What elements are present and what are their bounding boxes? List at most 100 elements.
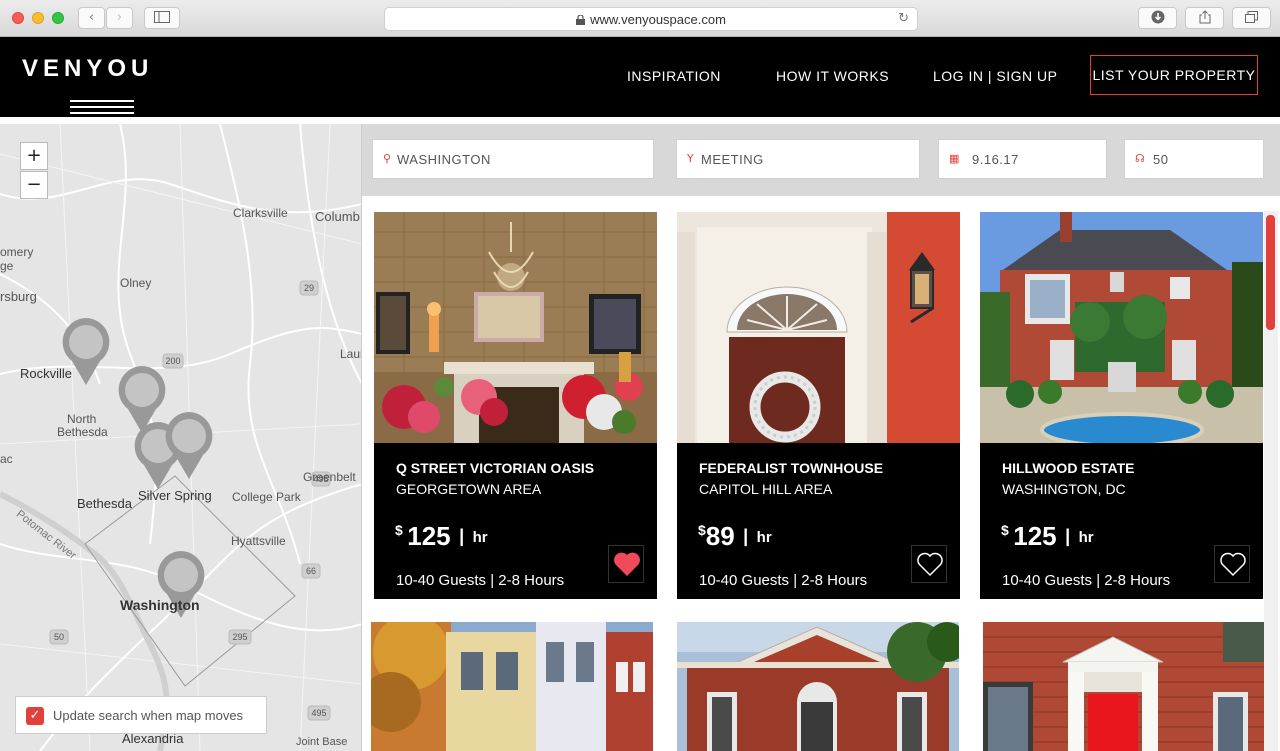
- minimize-window-button[interactable]: [32, 12, 44, 24]
- nav-inspiration[interactable]: INSPIRATION: [627, 68, 721, 84]
- listing-photo-brick-estate-fountain[interactable]: [980, 212, 1263, 443]
- tabs-icon: [1245, 11, 1258, 23]
- site-header: VENYOU INSPIRATION HOW IT WORKS LOG IN |…: [0, 37, 1280, 117]
- hour-range: 2-8 Hours: [801, 572, 868, 589]
- map-label: Bethesda: [57, 425, 108, 439]
- listing-meta: 10-40 Guests | 2-8 Hours: [699, 572, 868, 589]
- road-marker: 29: [304, 283, 314, 293]
- guest-range: 10-40 Guests: [699, 572, 790, 589]
- listing-area: GEORGETOWN AREA: [396, 481, 542, 497]
- price-unit: hr: [472, 529, 488, 546]
- share-icon: [1199, 10, 1210, 24]
- road-marker: 295: [232, 632, 247, 642]
- reload-icon[interactable]: ↻: [898, 11, 909, 26]
- logo-underline: [70, 112, 134, 114]
- listing-photo-red-door[interactable]: [983, 622, 1264, 751]
- address-bar[interactable]: www.venyouspace.com ↻: [384, 7, 918, 31]
- map-label: Washington: [120, 597, 200, 613]
- maximize-window-button[interactable]: [52, 12, 64, 24]
- map-label: Laur: [340, 347, 362, 361]
- listing-card[interactable]: [371, 622, 653, 751]
- favorite-button[interactable]: [1214, 545, 1250, 583]
- listing-card[interactable]: Q STREET VICTORIAN OASIS GEORGETOWN AREA…: [374, 212, 657, 600]
- zoom-out-button[interactable]: −: [20, 171, 48, 199]
- forward-button[interactable]: ›: [106, 7, 133, 29]
- price-amount: 125: [407, 521, 451, 551]
- listing-title[interactable]: Q STREET VICTORIAN OASIS: [396, 460, 594, 476]
- sidebar-toggle-button[interactable]: [144, 7, 180, 29]
- heart-outline-icon: [917, 552, 943, 577]
- listing-area: CAPITOL HILL AREA: [699, 481, 833, 497]
- guests-value: 50: [1153, 152, 1169, 167]
- listing-card[interactable]: [677, 622, 959, 751]
- logo-underline: [70, 106, 134, 108]
- price-unit: hr: [1078, 529, 1094, 546]
- listing-card[interactable]: FEDERALIST TOWNHOUSE CAPITOL HILL AREA $…: [677, 212, 960, 600]
- listing-photo-townhouse-door-wreath[interactable]: [677, 212, 960, 443]
- road-marker: 200: [165, 356, 180, 366]
- heart-filled-icon: [614, 552, 640, 576]
- location-filter[interactable]: ⚲ WASHINGTON: [372, 139, 654, 179]
- map[interactable]: 29 200 495 50 295 66 495 Clarksville Col…: [0, 124, 362, 751]
- map-pins: [62, 318, 213, 618]
- tabs-overview-button[interactable]: [1232, 7, 1271, 29]
- event-type-filter[interactable]: Y MEETING: [676, 139, 920, 179]
- map-label: Clarksville: [233, 206, 288, 220]
- listing-title[interactable]: FEDERALIST TOWNHOUSE: [699, 460, 883, 476]
- zoom-in-button[interactable]: +: [20, 142, 48, 170]
- update-search-toggle[interactable]: ✓ Update search when map moves: [15, 696, 267, 734]
- currency-symbol: $: [395, 522, 403, 538]
- url-text: www.venyouspace.com: [590, 12, 726, 27]
- guests-filter[interactable]: ☊ 50: [1124, 139, 1264, 179]
- date-value: 9.16.17: [972, 152, 1019, 167]
- listing-photo-georgian-house[interactable]: [677, 622, 959, 751]
- logo-underline: [70, 100, 134, 102]
- favorite-button[interactable]: [608, 545, 644, 583]
- chevron-left-icon: ‹: [88, 10, 95, 25]
- map-label: Bethesda: [77, 496, 132, 511]
- guests-icon: ☊: [1135, 152, 1145, 165]
- back-button[interactable]: ‹: [78, 7, 105, 29]
- checkbox-checked-icon[interactable]: ✓: [26, 707, 44, 725]
- list-property-button[interactable]: LIST YOUR PROPERTY: [1090, 55, 1258, 95]
- cocktail-glass-icon: Y: [687, 152, 694, 165]
- listing-area: WASHINGTON, DC: [1002, 481, 1126, 497]
- venyou-logo[interactable]: VENYOU: [22, 55, 187, 114]
- price-unit: hr: [756, 529, 772, 546]
- map-label: Joint Base: [296, 736, 348, 748]
- listing-photo-rowhouses[interactable]: [371, 622, 653, 751]
- listing-price: $ 125 | hr: [395, 521, 488, 551]
- map-label: Hyattsville: [231, 534, 286, 548]
- favorite-button[interactable]: [911, 545, 947, 583]
- results-scrollbar-thumb[interactable]: [1266, 215, 1275, 330]
- sidebar-icon: [154, 11, 170, 23]
- download-icon: [1151, 10, 1164, 24]
- logo-text: VENYOU: [22, 55, 154, 82]
- nav-login-signup[interactable]: LOG IN | SIGN UP: [933, 68, 1057, 84]
- map-label: omery: [0, 245, 34, 259]
- guest-range: 10-40 Guests: [396, 572, 487, 589]
- nav-how-it-works[interactable]: HOW IT WORKS: [776, 68, 889, 84]
- lock-icon: [576, 15, 586, 25]
- map-label: ge: [0, 259, 14, 273]
- close-window-button[interactable]: [12, 12, 24, 24]
- listing-title[interactable]: HILLWOOD ESTATE: [1002, 460, 1134, 476]
- map-roads: 29 200 495 50 295 66 495: [0, 124, 361, 751]
- map-label: Greenbelt: [303, 470, 356, 484]
- search-filter-bar: ⚲ WASHINGTON Y MEETING ▦ 9.16.17 ☊ 50: [362, 124, 1280, 196]
- share-button[interactable]: [1185, 7, 1224, 29]
- chevron-right-icon: ›: [116, 10, 123, 25]
- listing-card[interactable]: [983, 622, 1264, 751]
- date-filter[interactable]: ▦ 9.16.17: [938, 139, 1107, 179]
- map-label: ac: [0, 452, 13, 466]
- listing-card[interactable]: HILLWOOD ESTATE WASHINGTON, DC $ 125 | h…: [980, 212, 1263, 600]
- map-label: Rockville: [20, 366, 73, 381]
- downloads-button[interactable]: [1138, 7, 1177, 29]
- map-label: Columb: [315, 209, 360, 224]
- listing-photo-victorian-parlor[interactable]: [374, 212, 657, 443]
- event-type-value: MEETING: [701, 152, 764, 167]
- listing-meta: 10-40 Guests | 2-8 Hours: [396, 572, 565, 589]
- price-amount: 125: [1013, 521, 1057, 551]
- listing-price: $ 125 | hr: [1001, 521, 1094, 551]
- map-label: College Park: [232, 490, 301, 504]
